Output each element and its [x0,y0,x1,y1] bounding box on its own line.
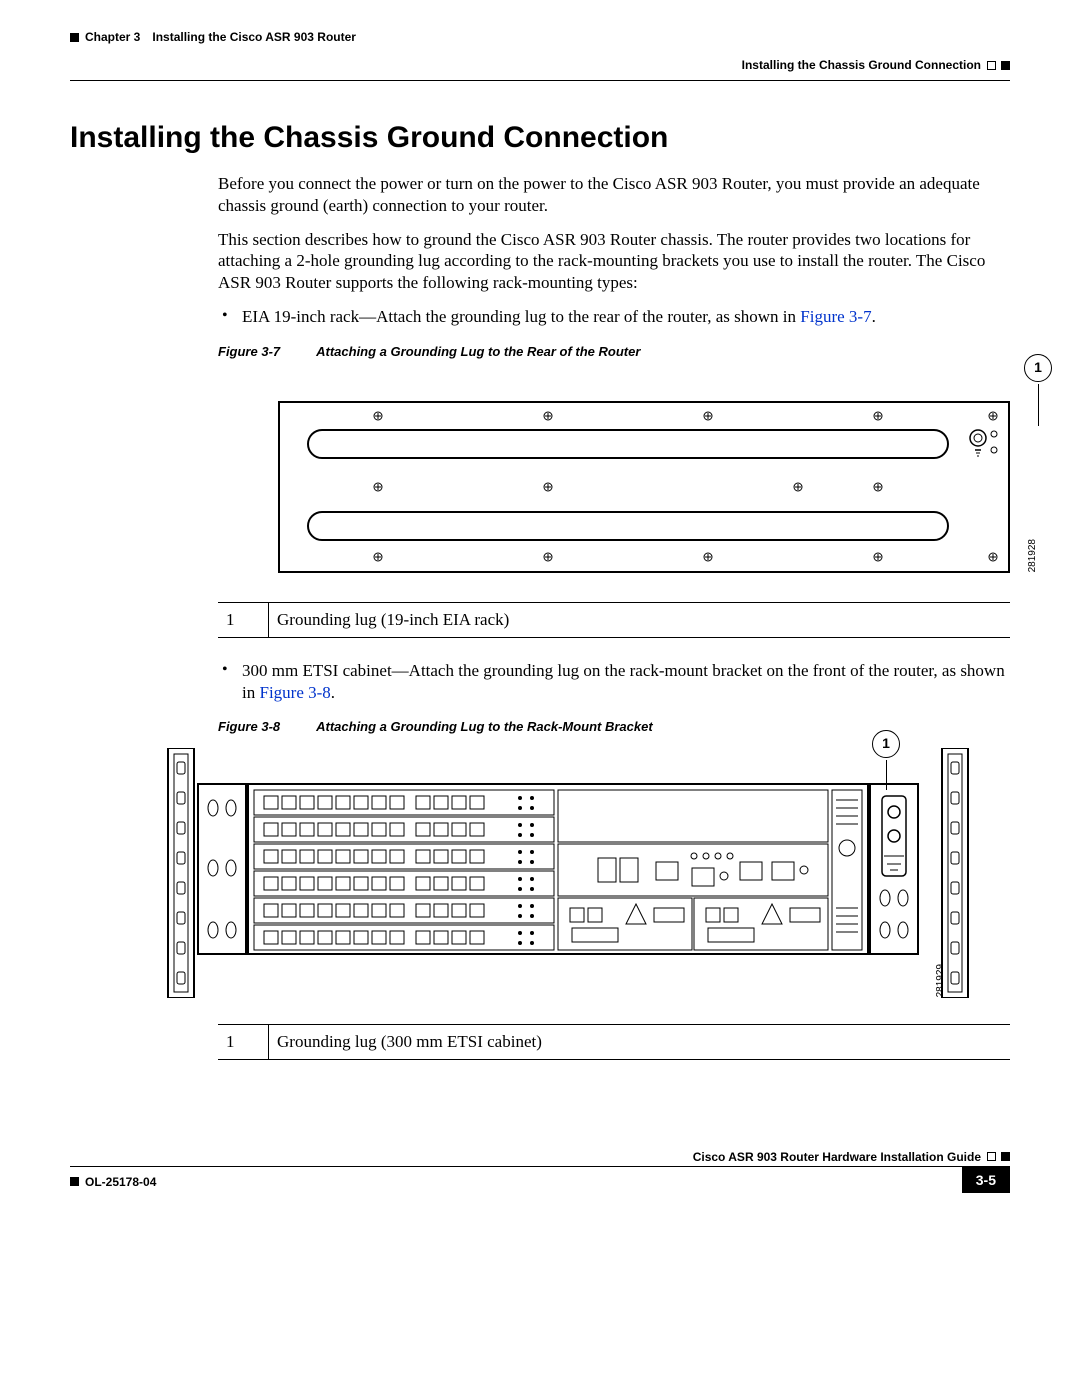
figure-title: Attaching a Grounding Lug to the Rear of… [316,344,640,359]
page-number: 3-5 [962,1167,1010,1193]
figure-title: Attaching a Grounding Lug to the Rack-Mo… [316,719,653,734]
figure-3-7-legend: 1 Grounding lug (19-inch EIA rack) [218,602,1010,638]
bullet-eia-rack: EIA 19-inch rack—Attach the grounding lu… [218,306,1010,328]
bullet-etsi-cabinet: 300 mm ETSI cabinet—Attach the grounding… [218,660,1010,704]
footer-square-fill-icon [1001,1152,1010,1161]
callout-bubble: 1 [872,730,900,758]
intro-paragraph-1: Before you connect the power or turn on … [218,173,1010,217]
header-square-outline-icon [987,61,996,70]
figure-number: Figure 3-8 [218,719,280,734]
figure-id: 281929 [935,964,948,997]
figure-3-7-diagram: 1 [278,372,1038,582]
figure-3-8-legend: 1 Grounding lug (300 mm ETSI cabinet) [218,1024,1010,1060]
callout-leader-line [886,760,887,790]
figure-number: Figure 3-7 [218,344,280,359]
running-header: Chapter 3 Installing the Cisco ASR 903 R… [70,30,1010,44]
router-rear-svg [278,372,1038,582]
legend-number: 1 [218,603,269,638]
header-square-fill-icon [1001,61,1010,70]
guide-title: Cisco ASR 903 Router Hardware Installati… [693,1150,981,1164]
figure-3-7-caption: Figure 3-7 Attaching a Grounding Lug to t… [218,344,1010,361]
chapter-title: Installing the Cisco ASR 903 Router [152,30,356,44]
page-heading: Installing the Chassis Ground Connection [70,121,1010,155]
callout-bubble: 1 [1024,354,1052,382]
figure-id: 281928 [1027,539,1040,572]
figure-3-7-link[interactable]: Figure 3-7 [800,307,871,326]
table-row: 1 Grounding lug (300 mm ETSI cabinet) [218,1024,1010,1059]
table-row: 1 Grounding lug (19-inch EIA rack) [218,603,1010,638]
figure-3-8-link[interactable]: Figure 3-8 [259,683,330,702]
chapter-number: Chapter 3 [85,30,140,44]
footer-square-outline-icon [987,1152,996,1161]
callout-leader-line [1038,384,1039,426]
legend-text: Grounding lug (19-inch EIA rack) [269,603,1011,638]
section-header-row: Installing the Chassis Ground Connection [70,58,1010,72]
page-footer: Cisco ASR 903 Router Hardware Installati… [70,1150,1010,1193]
callout-1: 1 [872,730,900,790]
callout-1: 1 [1024,354,1052,426]
router-front-rack-svg [158,748,978,998]
legend-text: Grounding lug (300 mm ETSI cabinet) [269,1024,1011,1059]
intro-paragraph-2: This section describes how to ground the… [218,229,1010,294]
footer-bullet-icon [70,1177,79,1186]
document-number: OL-25178-04 [85,1175,156,1189]
header-rule [70,80,1010,81]
section-title: Installing the Chassis Ground Connection [742,58,981,72]
bullet-text: EIA 19-inch rack—Attach the grounding lu… [242,307,800,326]
ground-lug-icon [882,796,906,876]
header-bullet-icon [70,33,79,42]
figure-3-8-diagram: 1 [158,748,978,1004]
legend-number: 1 [218,1024,269,1059]
bullet-text: 300 mm ETSI cabinet—Attach the grounding… [242,661,1005,702]
